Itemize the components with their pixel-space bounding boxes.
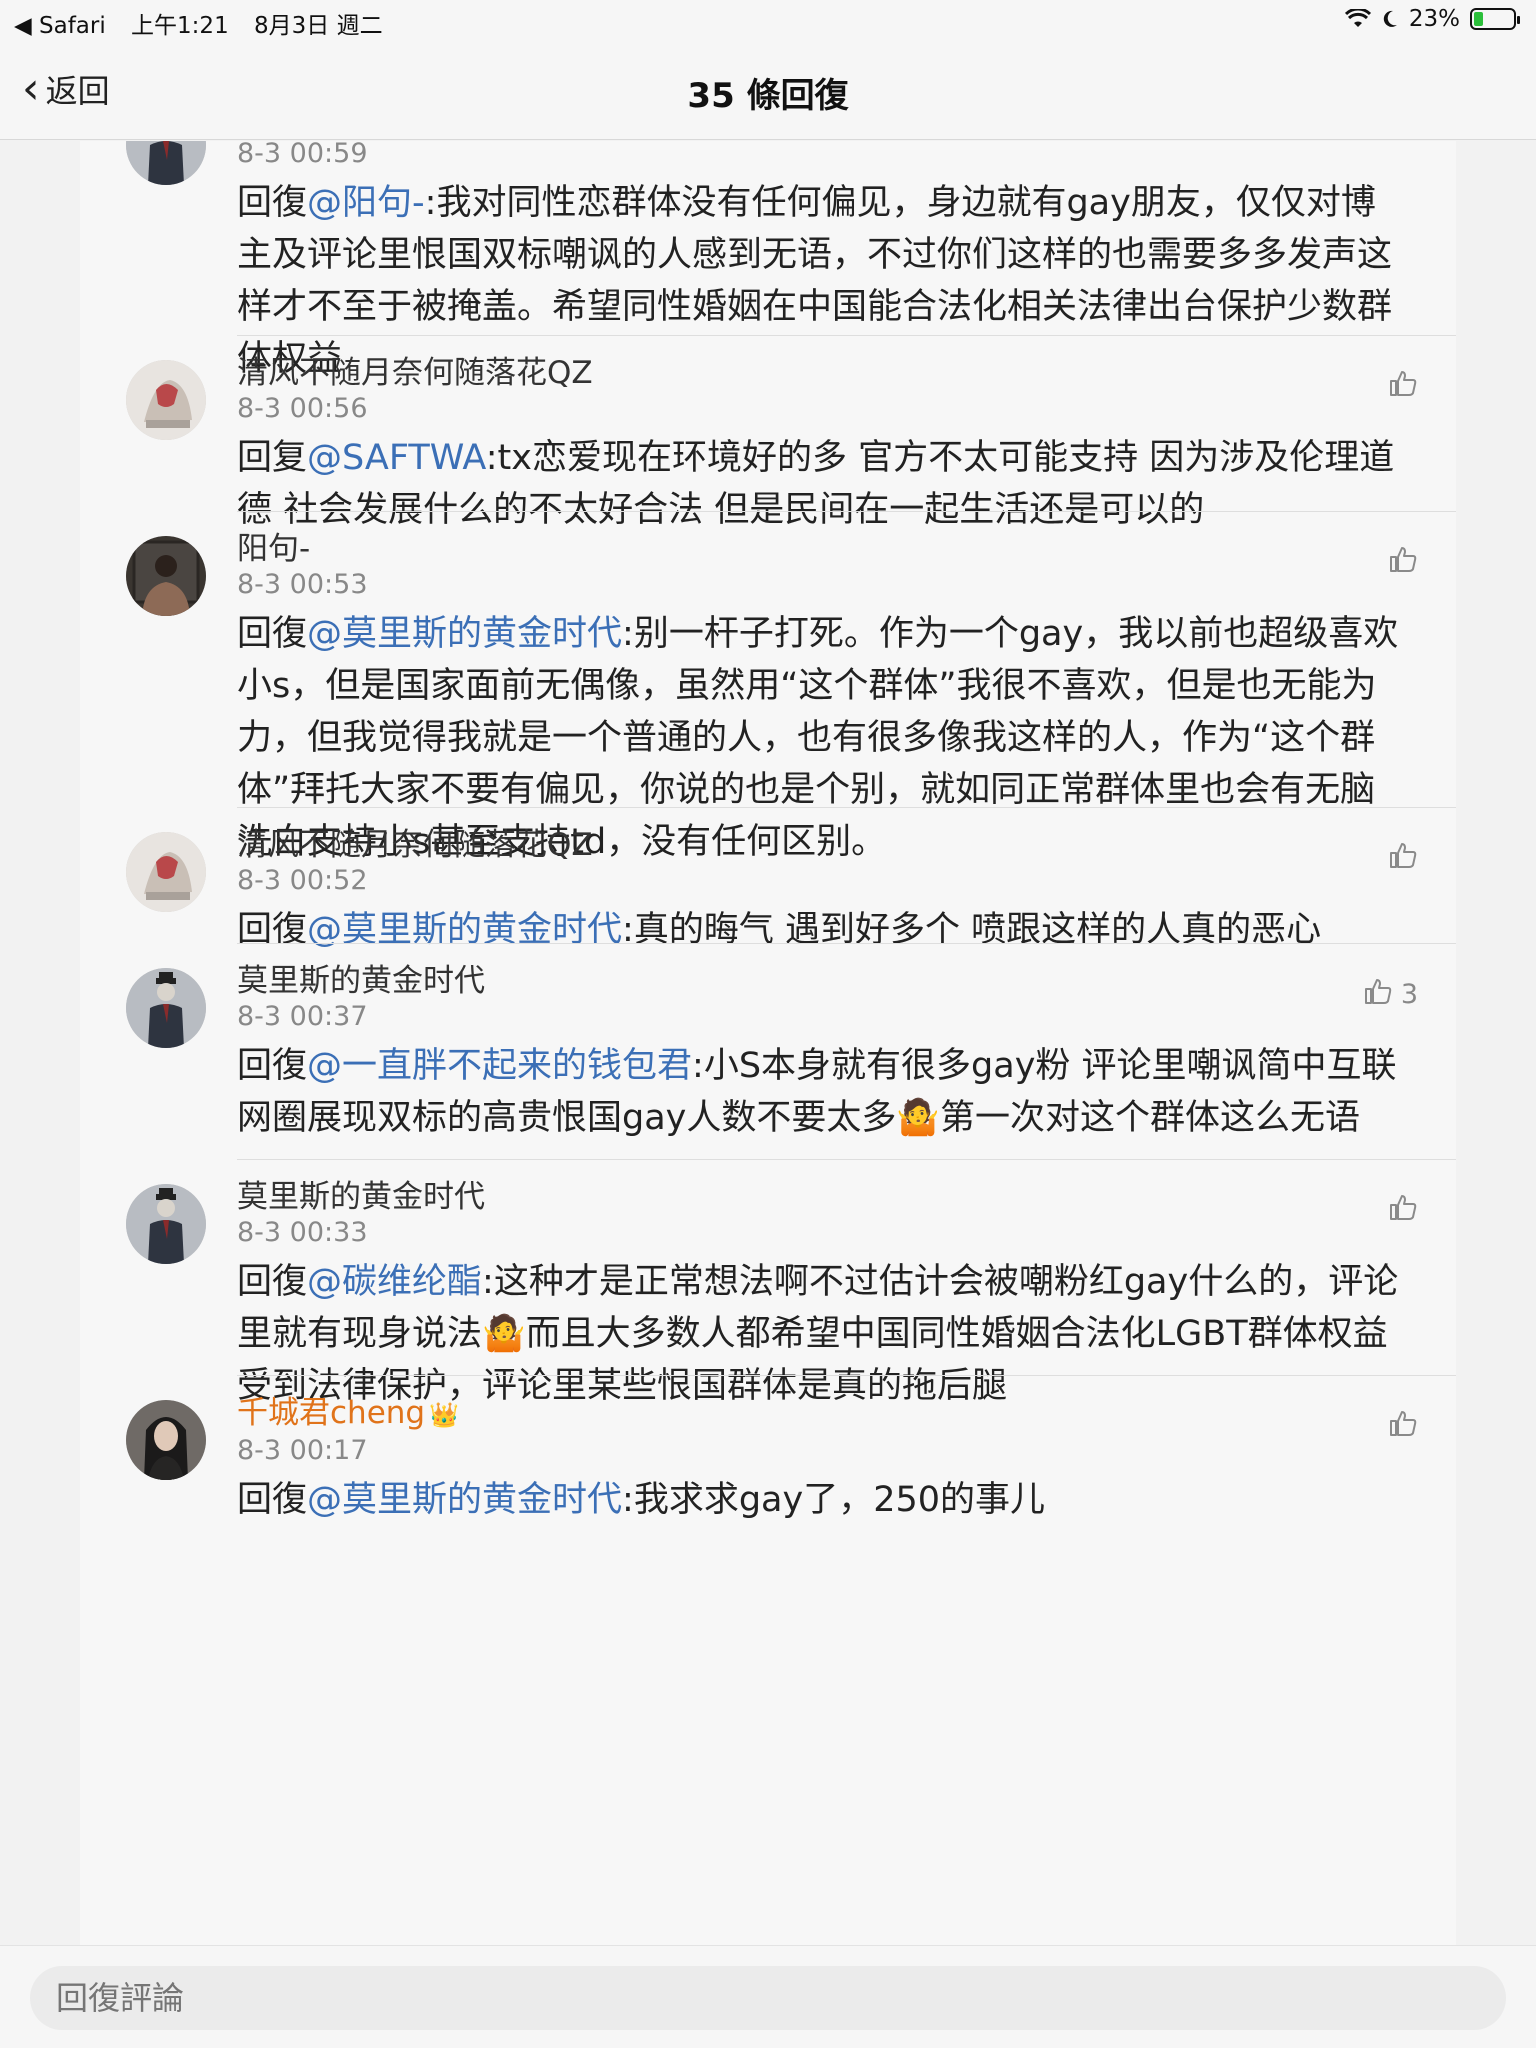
comment-body: :我求求gay了，250的事儿 (622, 1480, 1046, 1520)
commenter-name[interactable]: 阳句- (237, 530, 1406, 568)
wifi-icon (1344, 9, 1371, 27)
battery-percent: 23% (1408, 6, 1460, 32)
commenter-name-text: 莫里斯的黄金时代 (237, 963, 485, 999)
crown-badge-icon: 👑 (429, 1401, 459, 1429)
like-button[interactable] (1388, 1408, 1418, 1445)
comment-time: 8-3 00:56 (237, 393, 368, 424)
thumbs-up-icon (1388, 840, 1418, 877)
like-button[interactable] (1388, 368, 1418, 405)
moon-icon (1383, 10, 1397, 27)
avatar[interactable] (126, 536, 206, 616)
status-app: ◀ Safari (14, 13, 106, 39)
comment-item[interactable]: 清风不随月奈何随落花QZ 8-3 00:56 回复@SAFTWA:tx恋爱现在环境好… (80, 336, 1456, 530)
comment-text: 回復@莫里斯的黄金时代:我求求gay了，250的事儿 (237, 1474, 1406, 1526)
avatar[interactable] (126, 141, 206, 185)
like-button[interactable] (1388, 840, 1418, 877)
reply-prefix: 回復 (237, 183, 308, 223)
page-title: 35 條回復 (687, 76, 849, 116)
commenter-name[interactable]: 清风不随月奈何随落花QZ (237, 826, 1406, 864)
avatar[interactable] (126, 968, 206, 1048)
thumbs-up-icon (1388, 1192, 1418, 1229)
comment-time: 8-3 00:59 (237, 141, 368, 169)
commenter-name[interactable]: 莫里斯的黄金时代 (237, 962, 1406, 1000)
commenter-name[interactable]: 莫里斯的黄金时代 (237, 1178, 1406, 1216)
mention-link[interactable]: @莫里斯的黄金时代 (307, 614, 622, 654)
status-right: 23% (1344, 6, 1520, 32)
comment-text: 回復@一直胖不起来的钱包君:小S本身就有很多gay粉 评论里嘲讽简中互联网圈展现… (237, 1040, 1406, 1144)
reply-prefix: 回復 (237, 1262, 308, 1302)
mention-link[interactable]: @莫里斯的黄金时代 (307, 1480, 622, 1520)
comment-item[interactable]: 莫里斯的黄金时代 8-3 00:37 回復@一直胖不起来的钱包君:小S本身就有很多g… (80, 944, 1456, 1160)
commenter-name[interactable]: 千城君cheng 👑 (237, 1394, 1406, 1434)
comment-time: 8-3 00:53 (237, 569, 368, 600)
reply-prefix: 回復 (237, 614, 308, 654)
commenter-name-text: 莫里斯的黄金时代 (237, 1179, 485, 1215)
thumbs-up-icon (1388, 1408, 1418, 1445)
reply-prefix: 回復 (237, 1480, 308, 1520)
reply-prefix: 回复 (237, 438, 308, 478)
comment-time: 8-3 00:52 (237, 865, 368, 896)
comment-item[interactable]: 清风不随月奈何随落花QZ 8-3 00:52 回復@莫里斯的黄金时代:真的晦气 遇到… (80, 808, 1456, 950)
mention-link[interactable]: @碳维纶酯 (307, 1262, 482, 1302)
like-button[interactable] (1388, 544, 1418, 581)
battery-fill (1474, 12, 1483, 26)
avatar[interactable] (126, 360, 206, 440)
mention-link[interactable]: @阳句- (307, 183, 425, 223)
commenter-name-text: 清风不随月奈何随落花QZ (237, 355, 593, 391)
like-button[interactable] (1388, 1192, 1418, 1229)
thumbs-up-icon (1388, 368, 1418, 405)
status-bar: ◀ Safari 上午1:21 8月3日 週二 23% (0, 0, 1536, 40)
mention-link[interactable]: @一直胖不起来的钱包君 (307, 1046, 692, 1086)
comment-item[interactable]: 阳句- 8-3 00:53 回復@莫里斯的黄金时代:别一杆子打死。作为一个gay，我… (80, 512, 1456, 862)
commenter-name-text: 清风不随月奈何随落花QZ (237, 827, 593, 863)
thumbs-up-icon (1363, 976, 1393, 1013)
commenter-name-text: 阳句- (237, 531, 311, 567)
mention-link[interactable]: @SAFTWA (307, 438, 486, 478)
status-date: 8月3日 週二 (254, 13, 383, 39)
reply-prefix: 回復 (237, 1046, 308, 1086)
status-left: ◀ Safari 上午1:21 8月3日 週二 (14, 6, 401, 40)
nav-bar: ‹ 返回 35 條回復 (0, 40, 1536, 140)
reply-input[interactable] (30, 1966, 1506, 2030)
like-count: 3 (1400, 979, 1418, 1010)
avatar[interactable] (126, 1400, 206, 1480)
commenter-name[interactable]: 清风不随月奈何随落花QZ (237, 354, 1406, 392)
like-button[interactable]: 3 (1363, 976, 1418, 1013)
commenter-name-text: 千城君cheng (237, 1395, 426, 1431)
status-time: 上午1:21 (131, 13, 229, 39)
comment-item[interactable]: 莫里斯的黄金时代 8-3 00:33 回復@碳维纶酯:这种才是正常想法啊不过估计会被… (80, 1160, 1456, 1406)
comment-list[interactable]: 8-3 00:59 回復@阳句-:我对同性恋群体没有任何偏见，身边就有gay朋友，… (80, 141, 1456, 1945)
avatar[interactable] (126, 832, 206, 912)
comment-time: 8-3 00:33 (237, 1217, 368, 1248)
comment-time: 8-3 00:37 (237, 1001, 368, 1032)
thumbs-up-icon (1388, 544, 1418, 581)
avatar[interactable] (126, 1184, 206, 1264)
battery-icon (1470, 8, 1520, 30)
reply-bar (0, 1945, 1536, 2048)
comment-item[interactable]: 千城君cheng 👑 8-3 00:17 回復@莫里斯的黄金时代:我求求gay了，25… (80, 1376, 1456, 1566)
comment-item[interactable]: 8-3 00:59 回復@阳句-:我对同性恋群体没有任何偏见，身边就有gay朋友，… (80, 141, 1456, 379)
comment-time: 8-3 00:17 (237, 1435, 368, 1466)
